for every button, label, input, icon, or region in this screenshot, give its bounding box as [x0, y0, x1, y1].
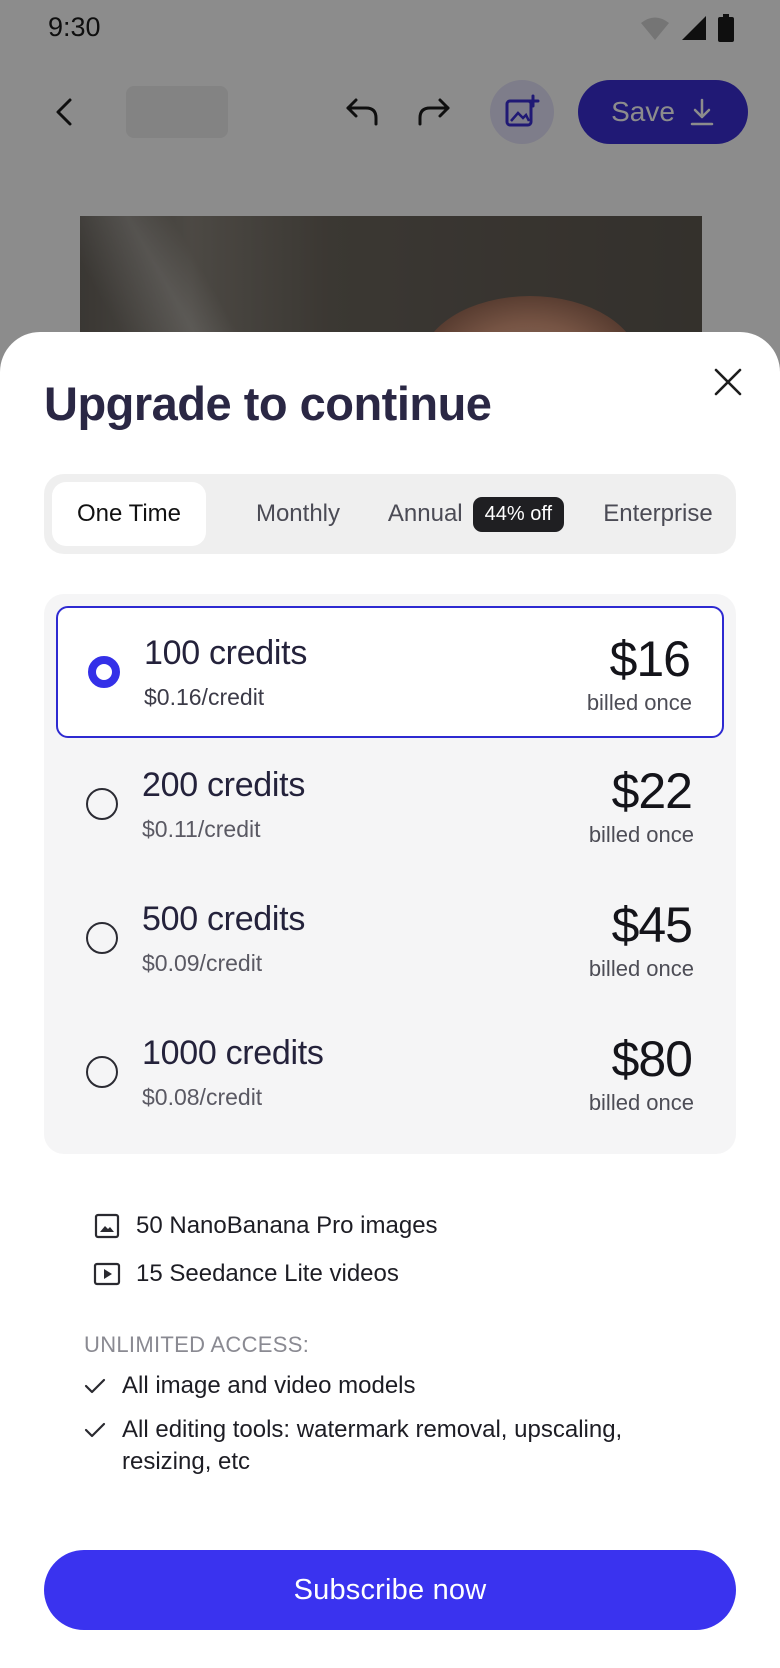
- radio-selected[interactable]: [88, 656, 120, 688]
- plan-price: $16: [609, 631, 691, 687]
- video-icon: [92, 1259, 122, 1289]
- plan-credits: 1000 credits: [142, 1034, 324, 1072]
- plan-credits: 200 credits: [142, 766, 306, 804]
- plan-billing: billed once: [586, 690, 692, 715]
- image-icon: [92, 1211, 122, 1241]
- plan-price: $22: [611, 763, 693, 819]
- plan-credits: 500 credits: [142, 900, 306, 938]
- subscribe-button-label: Subscribe now: [293, 1573, 487, 1606]
- tab-one-time[interactable]: One Time: [52, 482, 206, 546]
- tab-monthly[interactable]: Monthly: [228, 482, 368, 546]
- unlimited-item-text: All editing tools: watermark removal, up…: [122, 1416, 623, 1475]
- unlimited-item: All editing tools: watermark removal, up…: [84, 1414, 704, 1478]
- included-features: 50 NanoBanana Pro images 15 Seedance Lit…: [92, 1202, 438, 1298]
- plan-option-500[interactable]: 500 credits $0.09/credit $45 billed once: [56, 874, 724, 1006]
- radio-unselected[interactable]: [86, 788, 118, 820]
- unlimited-item: All image and video models: [84, 1370, 704, 1402]
- discount-badge: 44% off: [472, 496, 565, 532]
- check-icon: [84, 1370, 108, 1402]
- feature-text: 50 NanoBanana Pro images: [136, 1212, 438, 1239]
- plan-billing: billed once: [588, 1090, 694, 1115]
- unlimited-item-text: All image and video models: [122, 1372, 416, 1399]
- check-icon: [84, 1414, 108, 1446]
- tab-label: Annual: [387, 500, 463, 527]
- close-button[interactable]: [706, 360, 750, 404]
- plan-credits: 100 credits: [144, 634, 308, 672]
- plan-billing: billed once: [588, 822, 694, 847]
- plan-option-200[interactable]: 200 credits $0.11/credit $22 billed once: [56, 740, 724, 872]
- unlimited-list: All image and video models All editing t…: [84, 1370, 704, 1490]
- plan-rate: $0.08/credit: [142, 1084, 263, 1110]
- tab-label: Enterprise: [603, 500, 713, 527]
- radio-unselected[interactable]: [86, 922, 118, 954]
- unlimited-heading: UNLIMITED ACCESS:: [84, 1332, 310, 1357]
- radio-unselected[interactable]: [86, 1056, 118, 1088]
- tab-label: Monthly: [255, 500, 341, 527]
- tab-annual[interactable]: Annual 44% off: [376, 482, 576, 546]
- plan-rate: $0.16/credit: [144, 684, 265, 710]
- sheet-title: Upgrade to continue: [44, 377, 492, 430]
- feature-text: 15 Seedance Lite videos: [136, 1260, 399, 1287]
- plan-price: $80: [611, 1031, 693, 1087]
- plan-option-1000[interactable]: 1000 credits $0.08/credit $80 billed onc…: [56, 1008, 724, 1140]
- plan-rate: $0.09/credit: [142, 950, 263, 976]
- plan-rate: $0.11/credit: [142, 816, 261, 842]
- tab-label: One Time: [76, 500, 182, 527]
- billing-tabs: One Time Monthly Annual 44% off Enterpri…: [44, 474, 736, 554]
- plan-price: $45: [611, 897, 693, 953]
- subscribe-button[interactable]: Subscribe now: [44, 1550, 736, 1630]
- plan-billing: billed once: [588, 956, 694, 981]
- close-icon: [714, 368, 742, 396]
- upgrade-sheet: Upgrade to continue One Time Monthly Ann…: [0, 332, 780, 1668]
- tab-enterprise[interactable]: Enterprise: [584, 482, 732, 546]
- plan-option-100[interactable]: 100 credits $0.16/credit $16 billed once: [56, 606, 724, 738]
- feature-item: 15 Seedance Lite videos: [92, 1250, 438, 1298]
- plan-list: 100 credits $0.16/credit $16 billed once…: [44, 594, 736, 1154]
- feature-item: 50 NanoBanana Pro images: [92, 1202, 438, 1250]
